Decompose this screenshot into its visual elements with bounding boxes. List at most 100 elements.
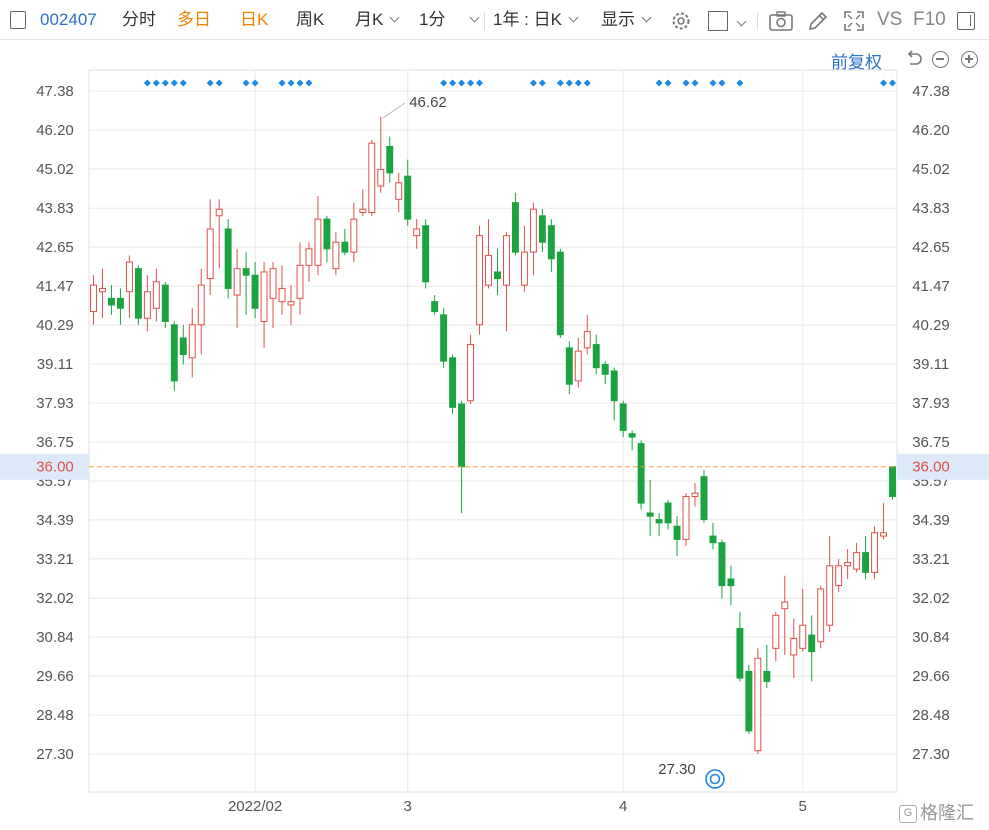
y-tick-label-left: 33.21 — [36, 551, 74, 568]
event-marker — [889, 79, 897, 87]
candle-body — [592, 344, 600, 369]
event-marker — [278, 79, 286, 87]
candle-up — [485, 219, 492, 289]
candle-body — [763, 670, 771, 682]
candle-body — [170, 324, 178, 382]
candle-up — [143, 275, 151, 332]
candle-up — [260, 262, 268, 348]
candle-body — [431, 301, 439, 313]
y-tick-label-left: 28.48 — [36, 707, 74, 724]
candle-up — [817, 585, 825, 649]
candle-up — [880, 503, 887, 540]
candle-down — [709, 522, 717, 550]
candle-up — [332, 232, 340, 276]
event-marker — [538, 79, 546, 87]
candle-up — [287, 285, 295, 325]
candle-down — [655, 512, 663, 537]
candle-up — [781, 575, 789, 655]
candle-up — [529, 202, 537, 276]
candle-up — [278, 265, 286, 315]
candle-body — [529, 208, 537, 253]
candle-body — [503, 235, 510, 286]
candle-body — [476, 235, 483, 326]
candle-down — [736, 612, 744, 682]
y-tick-label-right: 37.93 — [912, 395, 950, 412]
y-tick-label-left: 47.38 — [36, 83, 74, 100]
candle-up — [197, 268, 205, 355]
candle-body — [359, 208, 367, 214]
candlestick-chart[interactable]: 47.38 47.38 46.20 46.20 45.02 45.02 43.83 43.83… — [0, 0, 989, 830]
event-marker — [529, 79, 537, 87]
candle-body — [332, 241, 340, 270]
y-tick-label-right: 40.29 — [912, 317, 950, 334]
candle-body — [880, 532, 887, 537]
candle-body — [323, 218, 331, 250]
candle-down — [889, 466, 896, 500]
candle-body — [494, 271, 501, 280]
candle-down — [431, 295, 439, 315]
event-marker — [476, 79, 484, 87]
candle-down — [224, 219, 232, 299]
event-marker — [242, 79, 250, 87]
y-tick-label-right: 45.02 — [912, 161, 950, 178]
candle-body — [709, 535, 717, 544]
y-tick-label-left: 39.11 — [37, 356, 73, 373]
candle-body — [862, 552, 870, 573]
candle-down — [610, 367, 618, 421]
candle-body — [889, 466, 896, 497]
y-tick-label-left: 45.02 — [36, 161, 74, 178]
candle-up — [305, 242, 313, 282]
candle-body — [152, 281, 160, 309]
candle-up — [90, 275, 97, 325]
y-tick-label-right: 43.83 — [912, 200, 950, 217]
candle-body — [107, 297, 115, 306]
candle-body — [386, 145, 394, 174]
event-marker — [449, 79, 457, 87]
candle-body — [179, 337, 187, 355]
candle-down — [538, 209, 546, 253]
watermark-logo: G 格隆汇 — [899, 799, 974, 825]
candle-down — [745, 664, 753, 735]
event-marker — [880, 79, 888, 87]
candle-down — [565, 341, 573, 395]
y-tick-label-right: 42.65 — [912, 239, 950, 256]
y-tick-label-left: 46.20 — [36, 122, 74, 139]
y-tick-label-left: 27.30 — [36, 746, 74, 763]
candle-body — [296, 264, 304, 299]
watermark-text: 格隆汇 — [920, 803, 974, 823]
event-marker — [574, 79, 582, 87]
candle-body — [583, 330, 591, 349]
y-tick-label-left: 36.75 — [36, 434, 74, 451]
event-marker — [179, 79, 187, 87]
candle-up — [359, 189, 367, 216]
candle-up — [152, 268, 160, 322]
candle-body — [341, 241, 349, 253]
candle-down — [619, 400, 627, 438]
plot-frame — [88, 69, 898, 793]
candle-down — [808, 615, 816, 682]
candle-body — [395, 182, 403, 200]
event-marker — [152, 79, 160, 87]
candle-body — [655, 519, 663, 524]
candle-down — [323, 215, 331, 263]
candle-down — [556, 248, 564, 338]
candle-up — [790, 618, 798, 679]
candle-body — [799, 624, 807, 649]
candle-up — [368, 139, 376, 216]
candle-body — [835, 565, 843, 587]
candle-up — [826, 536, 834, 632]
reference-label-left: 36.00 — [36, 459, 74, 476]
candle-down — [664, 499, 672, 530]
y-tick-label-right: 41.47 — [912, 278, 950, 295]
candle-down — [422, 219, 430, 289]
x-tick-label: 5 — [799, 798, 807, 815]
candle-up — [682, 493, 690, 546]
q-marker-icon — [705, 769, 725, 789]
y-tick-label-right: 34.39 — [912, 512, 950, 529]
candle-down — [727, 565, 735, 606]
event-marker — [709, 79, 717, 87]
y-tick-label-left: 37.93 — [36, 395, 74, 412]
candle-up — [395, 172, 403, 213]
candle-body — [826, 565, 834, 626]
candle-body — [700, 476, 708, 521]
